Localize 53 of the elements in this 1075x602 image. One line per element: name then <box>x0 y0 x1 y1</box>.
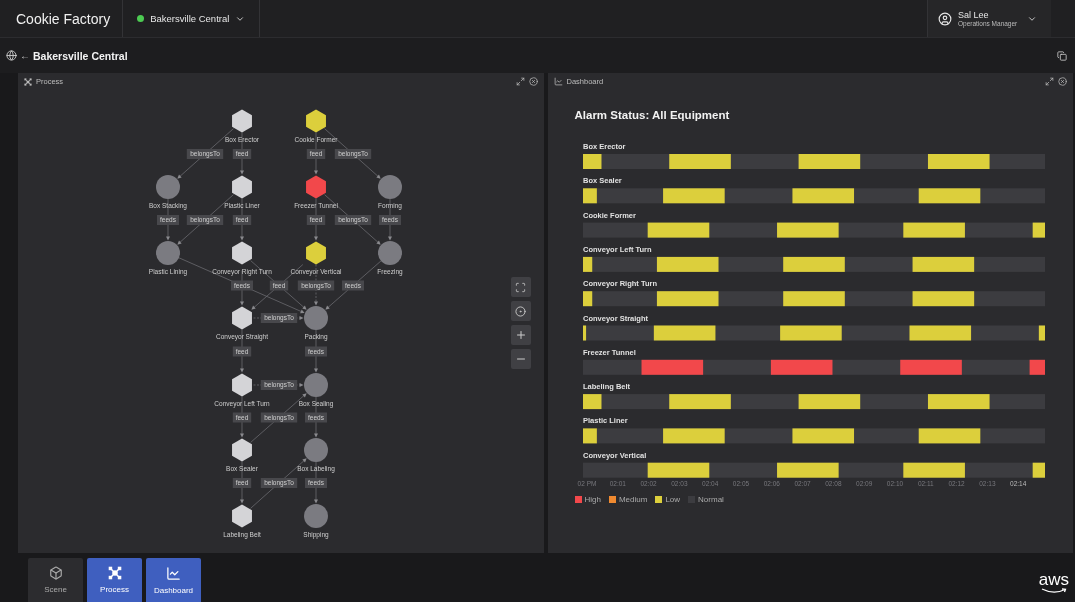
nav-tab[interactable]: Process <box>87 558 142 602</box>
hexagon-node[interactable] <box>232 241 252 265</box>
hexagon-node[interactable] <box>232 306 252 330</box>
expand-icon[interactable] <box>1045 77 1054 86</box>
circle-node[interactable] <box>304 373 328 397</box>
nav-tab[interactable]: Scene <box>28 558 83 602</box>
zoom-out-button[interactable] <box>510 349 531 369</box>
copy-icon[interactable] <box>1057 50 1067 61</box>
close-icon[interactable] <box>1058 77 1067 86</box>
circle-node[interactable] <box>156 241 180 265</box>
hexagon-node[interactable] <box>232 109 252 133</box>
line-chart-icon <box>166 565 181 581</box>
circle-node[interactable] <box>304 306 328 330</box>
nav-tab[interactable]: Dashboard <box>146 558 201 602</box>
legend-label: Normal <box>698 495 724 504</box>
app-logo: Cookie Factory <box>0 0 124 37</box>
circle-node[interactable] <box>378 241 402 265</box>
legend-label: Medium <box>618 495 648 504</box>
user-icon <box>938 11 952 26</box>
legend-label: High <box>584 495 601 504</box>
chart-title: Alarm Status: All Equipment <box>574 109 731 121</box>
network-icon <box>24 77 32 86</box>
hexagon-node[interactable] <box>306 109 326 133</box>
circle-node[interactable] <box>156 175 180 199</box>
user-name: Sal Lee <box>958 10 990 20</box>
circle-node[interactable] <box>304 504 328 528</box>
line-chart-icon <box>553 77 563 86</box>
hexagon-node[interactable] <box>306 175 326 199</box>
cube-icon <box>48 566 63 580</box>
expand-icon[interactable] <box>515 77 525 86</box>
site-selector[interactable]: Bakersville Central <box>123 0 261 37</box>
hexagon-node[interactable] <box>232 373 252 397</box>
hexagon-node[interactable] <box>232 438 252 462</box>
globe-icon[interactable] <box>6 50 17 61</box>
zoom-in-button[interactable] <box>510 325 531 345</box>
status-dot <box>137 15 145 22</box>
hexagon-node[interactable] <box>306 241 326 265</box>
target-icon <box>515 305 526 317</box>
smile-arrow-icon <box>1040 588 1067 594</box>
hexagon-node[interactable] <box>232 504 252 528</box>
circle-node[interactable] <box>378 175 402 199</box>
fit-view-button[interactable] <box>510 277 531 297</box>
scan-icon <box>515 281 526 293</box>
hexagon-node[interactable] <box>232 175 252 199</box>
network-icon <box>107 566 122 580</box>
circle-node[interactable] <box>304 438 328 462</box>
back-arrow[interactable]: ← <box>20 50 30 61</box>
recenter-button[interactable] <box>510 301 531 321</box>
close-icon[interactable] <box>528 77 538 86</box>
plus-icon <box>514 329 527 341</box>
page-title: Bakersville Central <box>33 49 128 62</box>
aws-logo: aws <box>1038 571 1069 588</box>
legend-label: Low <box>665 495 681 504</box>
